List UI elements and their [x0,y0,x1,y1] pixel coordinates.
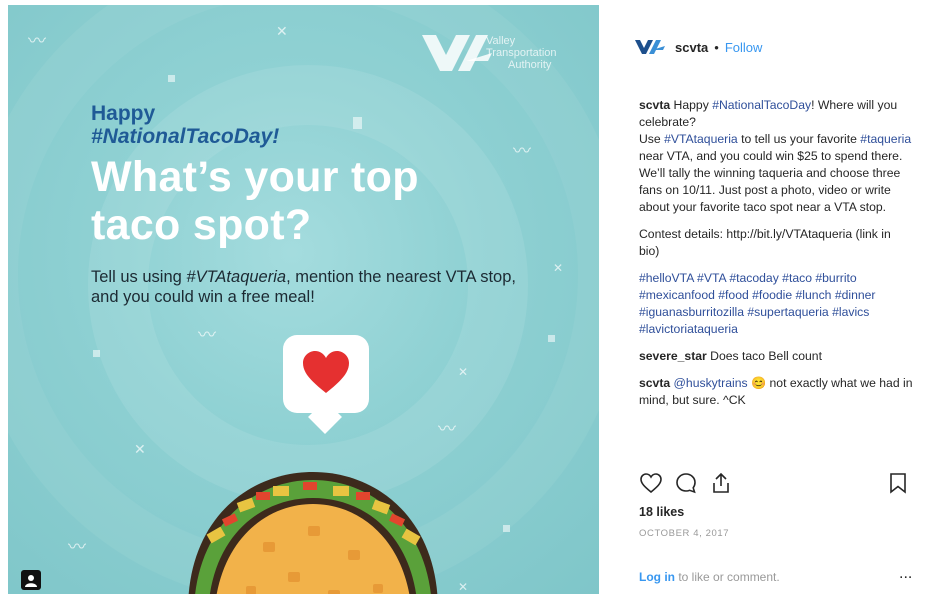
comment-icon[interactable] [674,471,698,495]
subtext: Tell us using #VTAtaqueria, mention the … [91,267,531,307]
cross-deco: ✕ [553,261,564,275]
caption-text: Happy [670,98,713,112]
cross-deco: ✕ [458,365,469,379]
instagram-post: 〰 ✕ 〰 〰 〰 〰 ✕ ✕ ✕ ✕ Valley Transportatio… [8,5,921,594]
dot-deco [353,117,362,129]
comment-username[interactable]: severe_star [639,349,707,363]
share-icon[interactable] [709,471,733,495]
hashtag-text: #NationalTacoDay! [91,125,280,148]
mention-link[interactable]: @huskytrains [670,376,748,390]
post-image[interactable]: 〰 ✕ 〰 〰 〰 〰 ✕ ✕ ✕ ✕ Valley Transportatio… [8,5,599,594]
squiggle-deco: 〰 [68,537,86,557]
post-header: scvta • Follow [635,39,762,55]
dot-deco [503,525,510,532]
post-sidebar: scvta • Follow scvta Happy #NationalTaco… [599,5,921,594]
subtext-hashtag: #VTAtaqueria [186,268,287,286]
caption-text: near VTA, and you could win $25 to spend… [639,149,903,214]
heart-outline-icon[interactable] [639,471,663,495]
login-prompt: Log in to like or comment. [639,570,780,584]
follow-button[interactable]: Follow [725,40,763,55]
post-caption: scvta Happy #NationalTacoDay! Where will… [639,97,914,419]
action-bar [639,471,909,495]
headline: What’s your top taco spot? [91,153,419,249]
comment-username[interactable]: scvta [639,376,670,390]
caption-username[interactable]: scvta [639,98,670,112]
login-text: to like or comment. [675,570,780,584]
subtext-prefix: Tell us using [91,268,187,286]
post-date: OCTOBER 4, 2017 [639,528,730,539]
bookmark-icon[interactable] [887,471,909,495]
taco-illustration [188,472,438,594]
comment: severe_star Does taco Bell count [639,348,914,365]
caption-text: to tell us your favorite [737,132,861,146]
watermark-line: Valley [486,35,516,47]
dot-deco [168,75,175,82]
smile-emoji: 😊 [747,376,767,390]
hashtag-link[interactable]: #taqueria [860,132,911,146]
dot-deco [548,335,555,342]
like-count[interactable]: 18 likes [639,505,684,519]
username-link[interactable]: scvta [675,40,708,55]
caption-line: Use #VTAtaqueria to tell us your favorit… [639,131,914,216]
hashtag-link[interactable]: #NationalTacoDay [712,98,811,112]
header-separator: • [714,39,719,55]
watermark-line: Transportation [486,47,557,59]
caption-line: scvta Happy #NationalTacoDay! Where will… [639,97,914,131]
squiggle-deco: 〰 [28,31,46,51]
squiggle-deco: 〰 [438,419,456,439]
tag-people-icon[interactable] [21,570,41,590]
vta-avatar-logo[interactable] [635,39,669,55]
dot-deco [93,350,100,357]
hashtag-link[interactable]: #VTAtaqueria [664,132,738,146]
happy-text: Happy [91,102,156,125]
hashtag-list[interactable]: #helloVTA #VTA #tacoday #taco #burrito #… [639,270,914,338]
comment: scvta @huskytrains 😊 not exactly what we… [639,375,914,409]
cross-deco: ✕ [276,23,288,39]
squiggle-deco: 〰 [198,325,216,345]
watermark-text: Valley Transportation Authority [486,35,557,71]
cross-deco: ✕ [458,580,469,594]
caption-text: Use [639,132,665,146]
watermark-line: Authority [508,59,552,71]
heart-icon [303,351,349,393]
squiggle-deco: 〰 [513,141,531,161]
login-link[interactable]: Log in [639,570,675,584]
contest-details: Contest details: http://bit.ly/VTAtaquer… [639,227,891,258]
cross-deco: ✕ [134,441,146,457]
comment-text: Does taco Bell count [706,349,822,363]
more-options-button[interactable]: ... [899,565,912,583]
